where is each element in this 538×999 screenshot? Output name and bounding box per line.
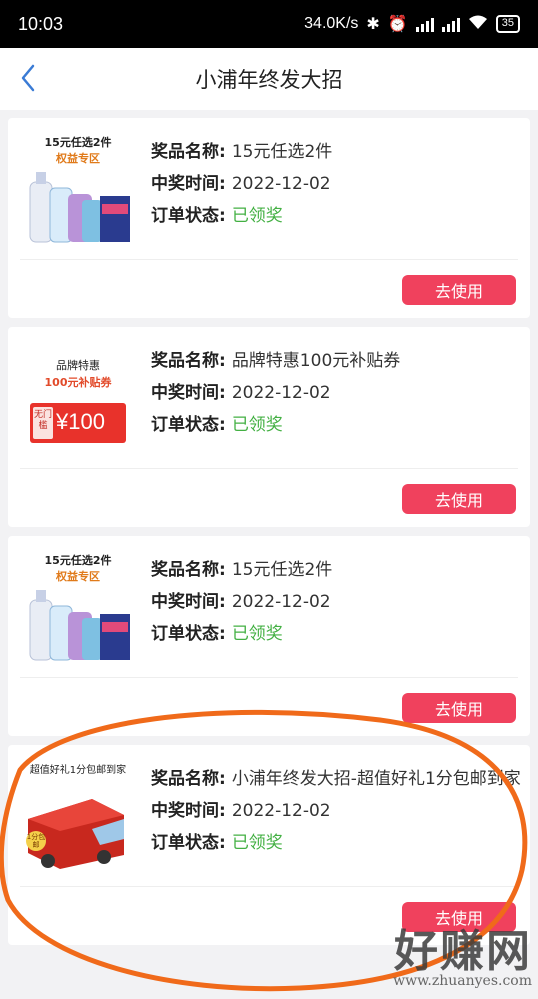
page-title: 小浦年终发大招 bbox=[195, 68, 343, 92]
van-badge: 1分包邮 bbox=[26, 833, 46, 849]
prize-info: 奖品名称: 品牌特惠100元补贴券 中奖时间: 2022-12-02 订单状态: 已领… bbox=[151, 345, 521, 441]
battery-icon: 35 bbox=[495, 15, 520, 33]
thumb-subtitle: 100元补贴券 bbox=[44, 376, 112, 389]
prize-card: 15元任选2件 权益专区 奖品名称: 15元任选2件 中奖时间: 2022-12-0… bbox=[8, 536, 530, 736]
prize-name-value: 小浦年终发大招-超值好礼1分包邮到家 bbox=[231, 769, 521, 789]
prize-card: 品牌特惠 100元补贴券 无门槛 ¥100 奖品名称: 品牌特惠100元补贴券 中… bbox=[8, 327, 530, 527]
prize-info: 奖品名称: 15元任选2件 中奖时间: 2022-12-02 订单状态: 已领奖 bbox=[151, 554, 521, 650]
order-status-value: 已领奖 bbox=[231, 833, 283, 853]
wifi-icon bbox=[468, 14, 488, 35]
use-button[interactable]: 去使用 bbox=[402, 693, 516, 723]
thumb-title: 品牌特惠 bbox=[56, 359, 100, 372]
order-status-label: 订单状态: bbox=[151, 415, 226, 435]
prize-name-label: 奖品名称: bbox=[151, 769, 226, 789]
coupon-amount: ¥100 bbox=[56, 409, 105, 434]
status-bar: 10:03 34.0K/s ✱ ⏰ 35 bbox=[0, 0, 538, 48]
order-status-label: 订单状态: bbox=[151, 206, 226, 226]
prize-thumbnail: 超值好礼1分包邮到家 1分包邮 bbox=[20, 757, 136, 873]
bluetooth-icon: ✱ bbox=[366, 16, 380, 33]
alarm-icon: ⏰ bbox=[387, 16, 408, 33]
prize-thumbnail: 品牌特惠 100元补贴券 无门槛 ¥100 bbox=[20, 339, 136, 455]
watermark-url: www.zhuanyes.com bbox=[393, 973, 532, 989]
prize-name-label: 奖品名称: bbox=[151, 351, 226, 371]
win-time-label: 中奖时间: bbox=[151, 383, 226, 403]
use-button[interactable]: 去使用 bbox=[402, 484, 516, 514]
status-time: 10:03 bbox=[18, 13, 64, 34]
prize-thumbnail: 15元任选2件 权益专区 bbox=[20, 548, 136, 664]
watermark: 好赚网 www.zhuanyes.com bbox=[393, 915, 532, 989]
win-time-label: 中奖时间: bbox=[151, 174, 226, 194]
prize-info: 奖品名称: 15元任选2件 中奖时间: 2022-12-02 订单状态: 已领奖 bbox=[151, 136, 521, 232]
prize-name-label: 奖品名称: bbox=[151, 560, 226, 580]
network-speed: 34.0K/s bbox=[304, 15, 359, 32]
prize-thumbnail: 15元任选2件 权益专区 bbox=[20, 130, 136, 246]
win-time-value: 2022-12-02 bbox=[231, 174, 331, 194]
status-icons: 34.0K/s ✱ ⏰ 35 bbox=[304, 14, 520, 35]
navigation-bar: 小浦年终发大招 bbox=[0, 48, 538, 110]
win-time-label: 中奖时间: bbox=[151, 801, 226, 821]
prize-name-label: 奖品名称: bbox=[151, 142, 226, 162]
detergent-products-icon bbox=[29, 172, 130, 243]
divider bbox=[20, 468, 518, 469]
coupon-tag: 无门槛 bbox=[33, 407, 53, 439]
divider bbox=[20, 259, 518, 260]
order-status-label: 订单状态: bbox=[151, 624, 226, 644]
prize-name-value: 15元任选2件 bbox=[231, 560, 333, 580]
watermark-text: 好赚网 bbox=[394, 926, 532, 977]
win-time-label: 中奖时间: bbox=[151, 592, 226, 612]
prize-card: 15元任选2件 权益专区 奖品名称: 15元任选2件 中奖时间: 2022-12-0… bbox=[8, 118, 530, 318]
prize-info: 奖品名称: 小浦年终发大招-超值好礼1分包邮到家 中奖时间: 2022-12-02 … bbox=[151, 763, 521, 859]
signal-icon bbox=[415, 16, 434, 32]
order-status-value: 已领奖 bbox=[231, 206, 283, 226]
order-status-value: 已领奖 bbox=[231, 624, 283, 644]
detergent-products-icon bbox=[29, 590, 130, 661]
win-time-value: 2022-12-02 bbox=[231, 592, 331, 612]
coupon-graphic: 无门槛 ¥100 bbox=[30, 403, 126, 443]
signal-icon-2 bbox=[441, 16, 460, 32]
win-time-value: 2022-12-02 bbox=[231, 801, 331, 821]
chevron-left-icon bbox=[21, 64, 35, 92]
win-time-value: 2022-12-02 bbox=[231, 383, 331, 403]
delivery-van-icon bbox=[26, 799, 124, 869]
use-button[interactable]: 去使用 bbox=[402, 275, 516, 305]
divider bbox=[20, 886, 518, 887]
divider bbox=[20, 677, 518, 678]
order-status-label: 订单状态: bbox=[151, 833, 226, 853]
back-button[interactable] bbox=[10, 60, 46, 96]
prize-name-value: 品牌特惠100元补贴券 bbox=[231, 351, 401, 371]
prize-name-value: 15元任选2件 bbox=[231, 142, 333, 162]
order-status-value: 已领奖 bbox=[231, 415, 283, 435]
